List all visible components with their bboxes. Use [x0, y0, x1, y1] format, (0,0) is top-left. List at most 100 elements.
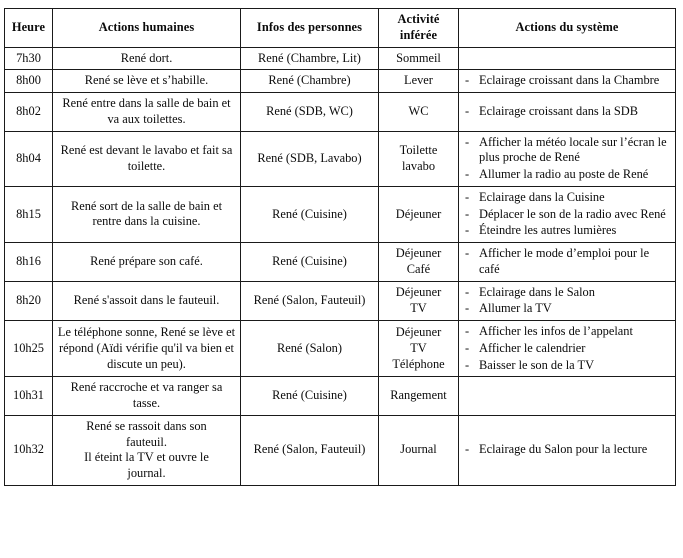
cell-activite-line: Toilette [399, 142, 438, 157]
cell-actions-systeme: Afficher le mode d’emploi pour le café [458, 242, 676, 282]
cell-actions-systeme [458, 376, 676, 416]
system-action-list: Afficher les infos de l’appelantAfficher… [463, 324, 671, 373]
document-page: Heure Actions humaines Infos des personn… [0, 0, 683, 558]
cell-activite-line: WC [408, 103, 429, 118]
cell-infos-personnes: René (SDB, WC) [240, 92, 379, 132]
cell-activite-inferee: Déjeuner Café [378, 242, 459, 282]
cell-heure: 8h04 [4, 130, 53, 187]
cell-actions-line: Il éteint la TV et ouvre le [84, 450, 209, 465]
scenario-table: Heure Actions humaines Infos des personn… [4, 8, 676, 486]
system-action-list: Eclairage dans la CuisineDéplacer le son… [463, 190, 671, 239]
cell-actions-systeme: Eclairage du Salon pour la lecture [458, 414, 676, 486]
table-body: 7h30 René dort. René (Chambre, Lit) Sommeil… [4, 46, 676, 486]
cell-actions-systeme: Afficher la météo locale sur l’écran le … [458, 130, 676, 187]
cell-activite-line: lavabo [401, 158, 436, 173]
system-action-list: Eclairage dans le SalonAllumer la TV [463, 285, 671, 318]
cell-activite-line: Déjeuner [395, 206, 442, 221]
table-row: 8h20 René s'assoit dans le fauteuil. René … [4, 280, 676, 321]
cell-actions-humaines: René s'assoit dans le fauteuil. [52, 280, 241, 321]
system-action-list: Eclairage croissant dans la SDB [463, 104, 671, 120]
cell-activite-inferee: Sommeil [378, 46, 459, 71]
system-action-item: Afficher le mode d’emploi pour le café [463, 246, 671, 278]
cell-activite-inferee: Toilette lavabo [378, 130, 459, 187]
table-row: 8h15 René sort de la salle de bain et ren… [4, 185, 676, 244]
system-action-item: Allumer la TV [463, 301, 671, 317]
column-header-activite-line2: inférée [399, 27, 438, 42]
cell-infos-personnes: René (Cuisine) [240, 242, 379, 282]
system-action-item: Allumer la radio au poste de René [463, 167, 671, 183]
cell-empty [463, 51, 466, 65]
cell-actions-line: fauteuil. [126, 434, 167, 449]
cell-actions-line: René se rassoit dans son [86, 418, 207, 433]
cell-actions-humaines: René raccroche et va ranger sa tasse. [52, 376, 241, 416]
system-action-list: Eclairage du Salon pour la lecture [463, 442, 671, 458]
cell-activite-line: Déjeuner [395, 325, 442, 339]
table-row: 10h25 Le téléphone sonne, René se lève et… [4, 319, 676, 378]
cell-actions-systeme [458, 46, 676, 71]
column-header-actions-du-systeme: Actions du système [458, 8, 676, 48]
cell-actions-systeme: Eclairage dans la CuisineDéplacer le son… [458, 185, 676, 244]
cell-infos-personnes: René (SDB, Lavabo) [240, 130, 379, 187]
cell-infos-personnes: René (Salon, Fauteuil) [240, 280, 379, 321]
cell-activite-inferee: Journal [378, 414, 459, 486]
cell-activite-line: Sommeil [396, 50, 441, 65]
cell-infos-personnes: René (Cuisine) [240, 185, 379, 244]
cell-heure: 8h02 [4, 92, 53, 132]
cell-infos-personnes: René (Chambre) [240, 69, 379, 93]
cell-actions-systeme: Eclairage croissant dans la Chambre [458, 69, 676, 93]
table-row: 8h02 René entre dans la salle de bain et … [4, 92, 676, 132]
cell-infos-personnes: René (Salon, Fauteuil) [240, 414, 379, 486]
cell-heure: 10h32 [4, 414, 53, 486]
cell-activite-line: TV [410, 340, 427, 355]
system-action-item: Afficher la météo locale sur l’écran le … [463, 135, 671, 167]
system-action-item: Baisser le son de la TV [463, 358, 671, 374]
table-row: 10h32 René se rassoit dans son fauteuil. Il… [4, 414, 676, 486]
cell-actions-humaines: René est devant le lavabo et fait sa toi… [52, 130, 241, 187]
system-action-item: Eclairage dans la Cuisine [463, 190, 671, 206]
system-action-list: Afficher le mode d’emploi pour le café [463, 246, 671, 278]
header-row: Heure Actions humaines Infos des personn… [4, 8, 676, 48]
system-action-item: Eclairage du Salon pour la lecture [463, 442, 671, 458]
column-header-actions-humaines: Actions humaines [52, 8, 241, 48]
cell-activite-inferee: Rangement [378, 376, 459, 416]
cell-actions-humaines: René se lève et s’habille. [52, 69, 241, 93]
table-row: 8h16 René prépare son café. René (Cuisine)… [4, 242, 676, 282]
cell-activite-inferee: Déjeuner TV Téléphone [378, 319, 459, 378]
cell-activite-line: Rangement [390, 388, 447, 403]
cell-heure: 8h20 [4, 280, 53, 321]
system-action-item: Afficher les infos de l’appelant [463, 324, 671, 340]
cell-activite-line: Café [406, 261, 431, 276]
cell-heure: 7h30 [4, 46, 53, 71]
cell-actions-systeme: Afficher les infos de l’appelantAfficher… [458, 319, 676, 378]
cell-actions-humaines: René prépare son café. [52, 242, 241, 282]
cell-infos-personnes: René (Salon) [240, 319, 379, 378]
system-action-list: Afficher la météo locale sur l’écran le … [463, 135, 671, 183]
cell-heure: 8h00 [4, 69, 53, 93]
cell-empty [463, 388, 466, 402]
system-action-item: Eclairage dans le Salon [463, 285, 671, 301]
system-action-item: Afficher le calendrier [463, 341, 671, 357]
cell-actions-humaines: René entre dans la salle de bain et va a… [52, 92, 241, 132]
cell-heure: 8h15 [4, 185, 53, 244]
cell-actions-humaines: René se rassoit dans son fauteuil. Il étei… [52, 414, 241, 486]
column-header-activite-line1: Activité [397, 12, 440, 26]
cell-activite-inferee: Déjeuner [378, 185, 459, 244]
column-header-heure: Heure [4, 8, 53, 48]
cell-activite-line: Lever [404, 73, 433, 88]
system-action-item: Eclairage croissant dans la SDB [463, 104, 671, 120]
cell-activite-line: Déjeuner [395, 246, 442, 260]
system-action-item: Eclairage croissant dans la Chambre [463, 73, 671, 89]
cell-infos-personnes: René (Chambre, Lit) [240, 46, 379, 71]
column-header-infos-des-personnes: Infos des personnes [240, 8, 379, 48]
cell-actions-systeme: Eclairage dans le SalonAllumer la TV [458, 280, 676, 321]
system-action-list: Eclairage croissant dans la Chambre [463, 73, 671, 89]
cell-heure: 10h25 [4, 319, 53, 378]
table-row: 7h30 René dort. René (Chambre, Lit) Sommeil [4, 46, 676, 71]
cell-activite-inferee: WC [378, 92, 459, 132]
cell-infos-personnes: René (Cuisine) [240, 376, 379, 416]
cell-activite-line: Journal [400, 442, 437, 457]
cell-actions-line: journal. [127, 466, 166, 480]
cell-activite-inferee: Déjeuner TV [378, 280, 459, 321]
cell-actions-systeme: Eclairage croissant dans la SDB [458, 92, 676, 132]
table-row: 8h04 René est devant le lavabo et fait sa… [4, 130, 676, 187]
